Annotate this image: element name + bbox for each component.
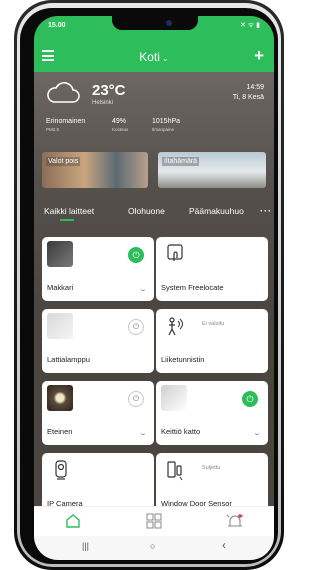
air-quality-value: Erinomainen xyxy=(46,118,86,125)
scene-label: Iltahämärä xyxy=(162,157,200,166)
device-name: Lattialamppu xyxy=(47,355,90,364)
recent-apps-button[interactable]: ||| xyxy=(82,541,89,551)
kitchen-light-thumb-icon xyxy=(161,385,187,411)
scene-lights-off[interactable]: Valot pois xyxy=(42,152,148,188)
back-button[interactable]: ‹ xyxy=(222,538,226,552)
tab-all-devices[interactable]: Kaikki laitteet xyxy=(44,206,94,221)
device-card-eteinen[interactable]: ⏻ Eteinen ⌄ xyxy=(42,381,154,445)
city-name: Helsinki xyxy=(92,100,114,106)
device-card-makkari[interactable]: ⏻ Makkari ⌄ xyxy=(42,237,154,301)
pressure-stat: 1015hPa Ilmanpaine xyxy=(152,118,180,132)
more-tabs-icon[interactable]: ··· xyxy=(260,206,272,216)
tab-living-room[interactable]: Olohuone xyxy=(128,206,165,216)
scene-evening[interactable]: Iltahämärä xyxy=(158,152,266,188)
pressure-value: 1015hPa xyxy=(152,118,181,125)
bottom-navigation xyxy=(34,506,274,536)
status-time: 15.00 xyxy=(48,21,66,29)
motion-sensor-icon xyxy=(168,317,183,336)
power-button[interactable]: ⏻ xyxy=(128,247,144,263)
home-title: Koti xyxy=(139,50,160,64)
temperature: 23°C xyxy=(92,82,126,99)
device-card-keittio-katto[interactable]: ⏻ Keittiö katto ⌄ xyxy=(156,381,268,445)
device-status: Ei valoitu xyxy=(202,321,225,327)
clock: 14:59 xyxy=(246,84,264,91)
air-quality-stat: Erinomainen PM2.5 xyxy=(46,118,85,132)
humidity-stat: 49% Kosteus xyxy=(112,118,128,132)
humidity-value: 49% xyxy=(112,118,127,125)
device-name: Eteinen xyxy=(47,427,73,436)
device-card-liiketunnistin[interactable]: Ei valoitu Liiketunnistin xyxy=(156,309,268,373)
header-bar: Koti ⌄ + xyxy=(34,46,274,68)
touch-icon xyxy=(167,244,183,261)
status-icons: ✕ ᯤ ▮ xyxy=(240,21,260,29)
pressure-label: Ilmanpaine xyxy=(152,127,175,132)
front-camera xyxy=(166,20,172,26)
lamp-thumb-icon xyxy=(47,241,73,267)
humidity-label: Kosteus xyxy=(112,127,129,132)
room-tabs: Kaikki laitteet Olohuone Päämakuuhuo ··· xyxy=(34,206,274,222)
device-status: Suljettu xyxy=(202,465,221,471)
add-icon[interactable]: + xyxy=(254,47,264,65)
app-screen: 15.00 ✕ ᯤ ▮ Koti ⌄ + 23°C Helsinki 14:59 … xyxy=(34,16,274,560)
device-name: System Freelocate xyxy=(161,283,224,292)
floor-lamp-thumb-icon xyxy=(47,313,73,339)
chevron-down-icon[interactable]: ⌄ xyxy=(253,429,262,437)
app-header: 15.00 ✕ ᯤ ▮ Koti ⌄ + xyxy=(34,16,274,72)
power-button[interactable]: ⏻ xyxy=(128,391,144,407)
device-card-lattialamppu[interactable]: ⏻ Lattialamppu xyxy=(42,309,154,373)
device-card-freelocate[interactable]: System Freelocate xyxy=(156,237,268,301)
scene-row: Valot pois Iltahämärä xyxy=(34,152,274,192)
home-icon[interactable] xyxy=(64,513,82,529)
air-quality-label: PM2.5 xyxy=(46,127,60,132)
device-name: Makkari xyxy=(47,283,74,292)
power-button[interactable]: ⏻ xyxy=(242,391,258,407)
door-sensor-icon xyxy=(167,461,183,481)
tab-master-bedroom[interactable]: Päämakuuhuo xyxy=(189,206,244,216)
power-button[interactable]: ⏻ xyxy=(128,319,144,335)
device-name: Keittiö katto xyxy=(161,427,201,436)
scene-label: Valot pois xyxy=(46,157,81,166)
chevron-down-icon[interactable]: ⌄ xyxy=(139,285,148,293)
home-button[interactable]: ○ xyxy=(150,541,155,551)
ceiling-light-thumb-icon xyxy=(47,385,73,411)
chevron-down-icon[interactable]: ⌄ xyxy=(139,429,148,437)
device-name: Liiketunnistin xyxy=(161,355,205,364)
system-navigation: ||| ○ ‹ xyxy=(34,536,274,560)
chevron-down-icon: ⌄ xyxy=(161,54,169,63)
notch xyxy=(112,16,198,30)
alarm-icon[interactable] xyxy=(226,513,244,529)
cloud-icon xyxy=(47,82,80,103)
camera-icon xyxy=(55,460,67,480)
weather-panel[interactable]: 23°C Helsinki 14:59 Ti, 8 Kesä Erinomain… xyxy=(34,76,274,156)
date: Ti, 8 Kesä xyxy=(232,94,264,101)
grid-icon[interactable] xyxy=(145,513,163,529)
home-selector[interactable]: Koti ⌄ xyxy=(34,50,274,64)
